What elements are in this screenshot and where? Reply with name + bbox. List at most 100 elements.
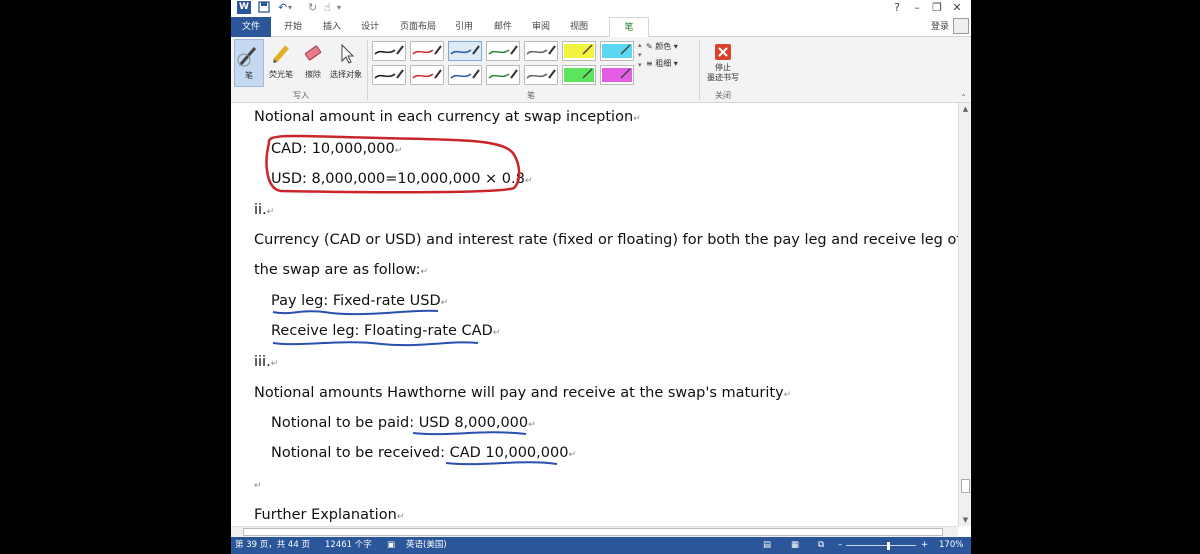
highlighter-tool-label: 荧光笔 bbox=[269, 70, 293, 79]
stop-inking-label-1: 停止 bbox=[715, 63, 731, 72]
read-mode-icon[interactable]: ▤ bbox=[763, 537, 771, 554]
cursor-arrow-icon bbox=[328, 39, 364, 69]
tab-page-layout[interactable]: 页面布局 bbox=[393, 17, 443, 37]
tab-insert[interactable]: 插入 bbox=[315, 17, 349, 37]
language-indicator[interactable]: 英语(美国) bbox=[406, 537, 447, 554]
pen-swatch[interactable] bbox=[410, 65, 444, 85]
doc-line-7: Pay leg: Fixed-rate USD↵ bbox=[271, 293, 449, 309]
undo-dropdown-icon[interactable]: ▾ bbox=[288, 1, 292, 15]
pen-swatch[interactable] bbox=[562, 65, 596, 85]
sign-in-link[interactable]: 登录 bbox=[931, 17, 949, 37]
customize-toolbar-icon[interactable]: ▾ bbox=[337, 1, 341, 15]
tab-review[interactable]: 审阅 bbox=[524, 17, 558, 37]
stop-inking-label-2: 墨迹书写 bbox=[707, 73, 739, 82]
doc-line-5: Currency (CAD or USD) and interest rate … bbox=[254, 232, 958, 248]
blue-underline-receive-leg bbox=[272, 341, 479, 347]
horizontal-scroll-thumb[interactable] bbox=[243, 528, 943, 536]
group-label-write: 写入 bbox=[293, 91, 309, 100]
stop-inking-button[interactable]: 停止 墨迹书写 bbox=[705, 39, 741, 87]
pen-thickness-button[interactable]: ≡ 粗细 ▾ bbox=[646, 58, 678, 69]
pen-swatch[interactable] bbox=[372, 41, 406, 61]
pen-swatch[interactable] bbox=[600, 65, 634, 85]
close-button[interactable]: ✕ bbox=[947, 0, 967, 17]
pen-swatch[interactable] bbox=[524, 65, 558, 85]
ribbon-separator bbox=[367, 40, 368, 100]
word-count[interactable]: 12461 个字 bbox=[325, 537, 372, 554]
pen-swatch[interactable] bbox=[448, 41, 482, 61]
web-layout-icon[interactable]: ⧉ bbox=[818, 537, 824, 554]
pen-color-label: 颜色 bbox=[655, 42, 672, 51]
title-bar: W ↶ ▾ ↻ ☝ ▾ ? – ❐ ✕ bbox=[231, 0, 971, 17]
pen-icon bbox=[235, 40, 263, 70]
avatar[interactable] bbox=[953, 18, 969, 34]
doc-line-13: ↵ bbox=[254, 481, 262, 491]
pen-color-icon: ✎ bbox=[646, 42, 653, 51]
blue-underline-paid bbox=[412, 431, 527, 436]
document-page[interactable]: Notional amount in each currency at swap… bbox=[231, 103, 958, 526]
ribbon-pen: 笔 荧光笔 擦除 选择对象 写入 ✎ 颜色 ▾ ≡ 粗细 ▾ ▴ ▾ ▾ 笔 停… bbox=[231, 37, 971, 103]
collapse-ribbon-icon[interactable]: ⌃ bbox=[960, 93, 967, 102]
undo-icon[interactable]: ↶ bbox=[278, 1, 287, 15]
tab-mailings[interactable]: 邮件 bbox=[486, 17, 520, 37]
minimize-button[interactable]: – bbox=[907, 0, 927, 17]
stop-inking-icon bbox=[705, 39, 741, 63]
eraser-icon bbox=[298, 39, 328, 69]
group-label-pens: 笔 bbox=[527, 91, 535, 100]
tab-pen[interactable]: 笔 bbox=[609, 17, 649, 38]
tab-view[interactable]: 视图 bbox=[562, 17, 596, 37]
pen-swatch[interactable] bbox=[410, 41, 444, 61]
zoom-slider-thumb[interactable] bbox=[887, 542, 890, 550]
doc-line-11: Notional to be paid: USD 8,000,000↵ bbox=[271, 415, 536, 431]
thickness-icon: ≡ bbox=[646, 59, 653, 68]
pen-tool-button[interactable]: 笔 bbox=[234, 39, 264, 87]
pen-swatch[interactable] bbox=[524, 41, 558, 61]
touch-mode-icon[interactable]: ☝ bbox=[324, 1, 331, 15]
pen-swatch[interactable] bbox=[600, 41, 634, 61]
vertical-scrollbar[interactable]: ▲ ▼ bbox=[958, 103, 971, 526]
pen-swatch[interactable] bbox=[562, 41, 596, 61]
tab-references[interactable]: 引用 bbox=[447, 17, 481, 37]
scroll-up-icon[interactable]: ▲ bbox=[959, 103, 971, 115]
word-icon[interactable]: W bbox=[237, 1, 251, 14]
doc-line-6: the swap are as follow:↵ bbox=[254, 262, 429, 278]
print-layout-icon[interactable]: ▦ bbox=[791, 537, 799, 554]
page-count[interactable]: 第 39 页，共 44 页 bbox=[235, 537, 310, 554]
ink-annotations bbox=[265, 134, 558, 466]
group-label-close: 关闭 bbox=[715, 91, 731, 100]
ribbon-tabs: 文件 开始 插入 设计 页面布局 引用 邮件 审阅 视图 笔 登录 bbox=[231, 17, 971, 38]
blue-underline-received bbox=[445, 461, 558, 466]
save-icon[interactable] bbox=[258, 1, 270, 15]
gallery-scroll-icons[interactable]: ▴ ▾ ▾ bbox=[638, 40, 646, 70]
tab-home[interactable]: 开始 bbox=[276, 17, 310, 37]
redo-icon[interactable]: ↻ bbox=[308, 1, 317, 15]
zoom-level[interactable]: 170% bbox=[939, 537, 963, 554]
help-button[interactable]: ? bbox=[887, 0, 907, 17]
pen-swatch[interactable] bbox=[372, 65, 406, 85]
pen-color-button[interactable]: ✎ 颜色 ▾ bbox=[646, 41, 678, 52]
pen-swatch[interactable] bbox=[448, 65, 482, 85]
zoom-slider-track[interactable] bbox=[846, 545, 916, 546]
horizontal-scrollbar[interactable] bbox=[231, 526, 958, 537]
select-objects-button[interactable]: 选择对象 bbox=[328, 39, 364, 87]
doc-line-3: USD: 8,000,000=10,000,000 × 0.8↵ bbox=[271, 171, 533, 187]
chevron-down-icon: ▾ bbox=[673, 59, 678, 68]
doc-line-1: Notional amount in each currency at swap… bbox=[254, 109, 641, 125]
zoom-out-button[interactable]: – bbox=[838, 537, 842, 554]
eraser-tool-button[interactable]: 擦除 bbox=[298, 39, 328, 87]
doc-line-9: iii.↵ bbox=[254, 354, 279, 370]
pen-swatch[interactable] bbox=[486, 41, 520, 61]
pen-swatch[interactable] bbox=[486, 65, 520, 85]
doc-line-14: Further Explanation↵ bbox=[254, 507, 405, 523]
scroll-down-icon[interactable]: ▼ bbox=[959, 514, 971, 526]
zoom-in-button[interactable]: + bbox=[921, 537, 928, 554]
status-bar: 第 39 页，共 44 页 12461 个字 ▣ 英语(美国) ▤ ▦ ⧉ – … bbox=[231, 537, 971, 554]
tab-design[interactable]: 设计 bbox=[353, 17, 387, 37]
restore-button[interactable]: ❐ bbox=[927, 0, 947, 17]
proofing-icon[interactable]: ▣ bbox=[387, 537, 395, 554]
vertical-scroll-thumb[interactable] bbox=[961, 479, 970, 493]
tab-file[interactable]: 文件 bbox=[231, 17, 271, 37]
blue-underline-pay-leg bbox=[272, 309, 439, 316]
highlighter-icon bbox=[264, 39, 298, 69]
doc-line-2: CAD: 10,000,000↵ bbox=[271, 141, 403, 157]
highlighter-tool-button[interactable]: 荧光笔 bbox=[264, 39, 298, 87]
